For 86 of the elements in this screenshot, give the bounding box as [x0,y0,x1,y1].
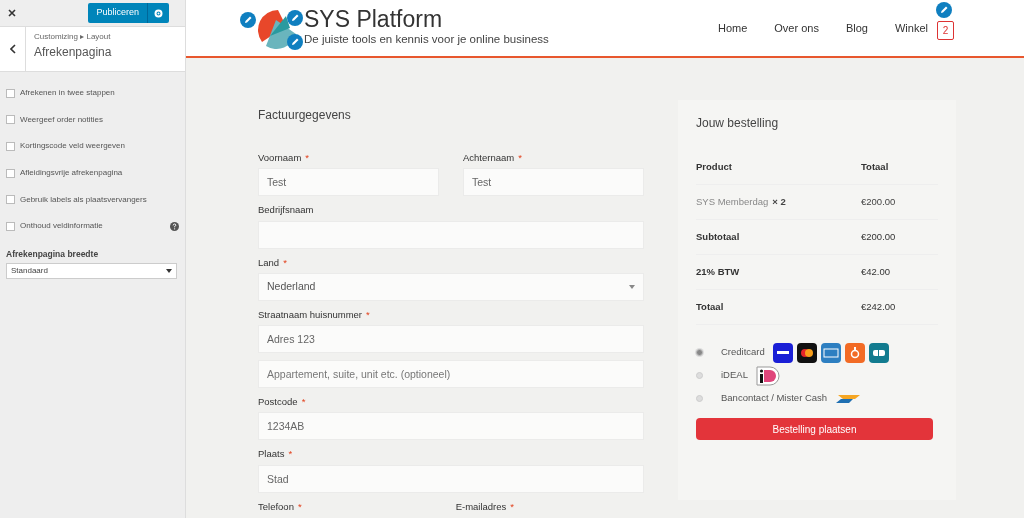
help-icon[interactable] [170,221,179,231]
edit-icon[interactable] [287,34,303,50]
settings-icon [154,8,163,18]
quantity: × 2 [772,194,786,209]
option-label: Gebruik labels als plaatsvervangers [20,193,148,206]
total-label: 21% BTW [696,264,741,279]
input-field[interactable]: Test [258,168,439,197]
nav-link[interactable]: Over ons [774,19,819,37]
required-mark: * [366,307,370,322]
setting-label: Afrekenpagina breedte [5,247,100,261]
nav-link[interactable]: Home [717,19,748,37]
option-label: Weergeef order notities [20,113,104,126]
cart-count[interactable]: 2 [937,20,954,40]
caret-icon [166,269,172,274]
total-label: Subtotaal [696,229,741,244]
radio-button[interactable] [696,372,703,379]
option-label: Onthoud veldinformatie [20,220,104,233]
bancontact-logo-icon [835,392,862,405]
credit-card-icon [796,342,817,363]
required-mark: * [297,499,302,514]
back-icon [9,44,16,54]
field-label: Straatnaam huisnummer [258,307,363,322]
ideal-logo-icon [755,365,780,386]
option-label: Afleidingsvrije afrekenpagina [20,167,124,180]
radio-button[interactable] [696,349,703,356]
credit-card-icon [772,342,793,363]
section-title: Afrekenpagina [34,44,112,61]
required-mark: * [288,447,293,462]
nav-link[interactable]: Blog [845,19,868,37]
checkbox[interactable] [6,195,15,205]
radio-button[interactable] [696,395,703,402]
table-cell-text: €42.00 [861,264,891,279]
credit-card-icon [844,342,865,363]
required-mark: * [510,499,514,514]
input-field[interactable]: Appartement, suite, unit etc. (optioneel) [258,360,644,388]
field-label: Land [258,255,280,270]
table-cell-text: €242.00 [861,299,896,314]
column-header: Totaal [861,159,889,174]
checkbox[interactable] [6,88,15,98]
required-mark: * [283,255,287,270]
publish-button[interactable]: Publiceren [88,3,147,23]
input-field[interactable]: 1234AB [258,412,644,441]
credit-card-icon [868,342,889,363]
section-heading: Factuurgegevens [258,107,352,124]
width-select[interactable]: Standaard [6,263,177,280]
settings-button[interactable] [147,3,169,23]
checkbox[interactable] [6,142,15,151]
input-field[interactable]: Adres 123 [258,325,644,353]
payment-label: iDEAL [721,368,748,383]
required-mark: * [518,151,522,165]
field-label: Bedrijfsnaam [258,203,314,218]
product-name: SYS Memberdag [696,194,769,209]
edit-icon[interactable] [287,10,303,26]
close-icon[interactable] [8,9,16,17]
checkbox[interactable] [6,221,15,231]
edit-icon[interactable] [936,2,952,18]
payment-label: Creditcard [721,345,765,360]
field-label: Telefoon [258,499,294,514]
input-field[interactable]: Test [463,168,644,197]
total-label: Totaal [696,299,725,314]
option-label: Afrekenen in twee stappen [20,87,116,100]
breadcrumb: Customizing ▸ Layout [34,31,112,43]
checkbox[interactable] [6,168,15,178]
column-header: Product [696,159,733,174]
site-tagline: De juiste tools en kennis voor je online business [304,31,549,47]
nav-link[interactable]: Winkel [895,19,928,37]
credit-card-icon [820,342,841,363]
site-title: SYS Platform [304,7,444,31]
required-mark: * [301,395,306,409]
checkbox[interactable] [6,115,15,125]
caret-icon [629,284,635,289]
required-mark: * [305,151,309,165]
country-select[interactable]: Nederland [258,272,644,301]
option-label: Kortingscode veld weergeven [20,140,126,153]
field-label: E-mailadres [455,499,507,514]
edit-icon[interactable] [240,12,256,28]
input-field[interactable]: Stad [258,464,644,493]
place-order-button[interactable]: Bestelling plaatsen [696,418,933,440]
field-label: Postcode [258,395,298,409]
field-label: Plaats [258,447,285,462]
payment-label: Bancontact / Mister Cash [721,391,828,406]
table-cell-text: €200.00 [861,229,896,244]
field-label: Voornaam [258,151,302,165]
field-label: Achternaam [463,151,515,165]
table-cell-text: €200.00 [861,194,896,209]
section-heading: Jouw bestelling [696,115,780,132]
